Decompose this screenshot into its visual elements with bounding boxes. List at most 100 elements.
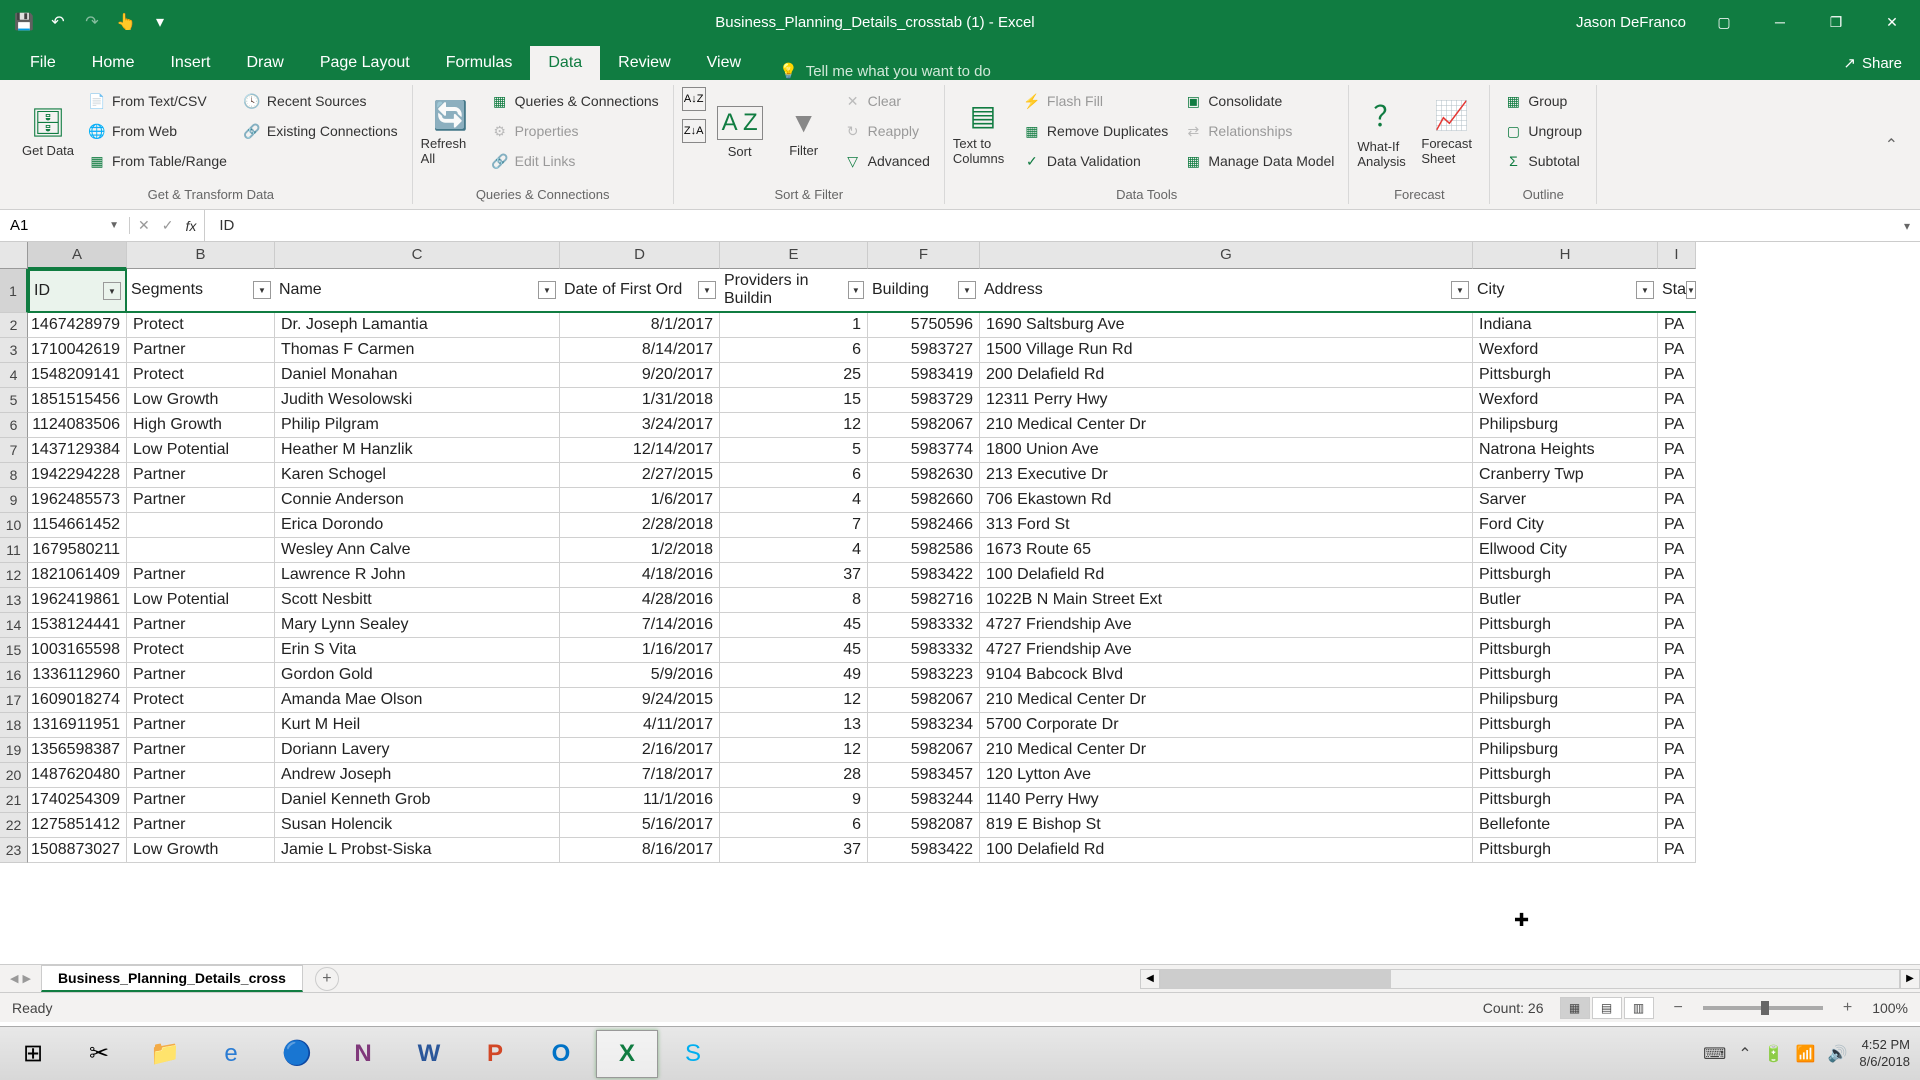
cell[interactable]: PA: [1658, 688, 1696, 713]
cell[interactable]: PA: [1658, 538, 1696, 563]
cell[interactable]: 8/16/2017: [560, 838, 720, 863]
table-header-cell[interactable]: Date of First Ord▼: [560, 269, 720, 313]
cell[interactable]: 5982586: [868, 538, 980, 563]
filter-dropdown-icon[interactable]: ▼: [253, 281, 271, 299]
sheet-nav-prev-icon[interactable]: ◀: [10, 972, 18, 985]
row-header[interactable]: 17: [0, 688, 28, 713]
sort-asc-button[interactable]: A↓Z: [682, 87, 706, 111]
from-table-range-button[interactable]: ▦From Table/Range: [82, 147, 233, 175]
cell[interactable]: Natrona Heights: [1473, 438, 1658, 463]
cell[interactable]: Ellwood City: [1473, 538, 1658, 563]
row-header[interactable]: 6: [0, 413, 28, 438]
skype-icon[interactable]: S: [662, 1030, 724, 1078]
cell[interactable]: Pittsburgh: [1473, 563, 1658, 588]
column-header[interactable]: B: [127, 242, 275, 269]
manage-data-model-button[interactable]: ▦Manage Data Model: [1178, 147, 1340, 175]
cell[interactable]: 5983332: [868, 638, 980, 663]
file-explorer-icon[interactable]: 📁: [134, 1030, 196, 1078]
cell[interactable]: Low Potential: [127, 438, 275, 463]
cell[interactable]: 1942294228: [28, 463, 127, 488]
cell[interactable]: 1548209141: [28, 363, 127, 388]
cell[interactable]: PA: [1658, 463, 1696, 488]
volume-icon[interactable]: 🔊: [1827, 1044, 1847, 1064]
consolidate-button[interactable]: ▣Consolidate: [1178, 87, 1340, 115]
cell[interactable]: PA: [1658, 388, 1696, 413]
cell[interactable]: 45: [720, 638, 868, 663]
cell[interactable]: Partner: [127, 488, 275, 513]
table-header-cell[interactable]: City▼: [1473, 269, 1658, 313]
filter-dropdown-icon[interactable]: ▼: [103, 282, 121, 300]
cell[interactable]: Partner: [127, 713, 275, 738]
ribbon-display-icon[interactable]: ▢: [1696, 0, 1752, 44]
cell[interactable]: Pittsburgh: [1473, 788, 1658, 813]
cell[interactable]: PA: [1658, 763, 1696, 788]
cell[interactable]: 313 Ford St: [980, 513, 1473, 538]
cell[interactable]: 5983774: [868, 438, 980, 463]
cell[interactable]: 2/16/2017: [560, 738, 720, 763]
cell[interactable]: Erin S Vita: [275, 638, 560, 663]
group-button[interactable]: ▦Group: [1498, 87, 1588, 115]
cell[interactable]: Partner: [127, 613, 275, 638]
cell[interactable]: 1800 Union Ave: [980, 438, 1473, 463]
cell[interactable]: Partner: [127, 563, 275, 588]
column-header[interactable]: C: [275, 242, 560, 269]
cell[interactable]: 2/28/2018: [560, 513, 720, 538]
cell[interactable]: PA: [1658, 588, 1696, 613]
cell[interactable]: PA: [1658, 713, 1696, 738]
cell[interactable]: 213 Executive Dr: [980, 463, 1473, 488]
minimize-icon[interactable]: ─: [1752, 0, 1808, 44]
tab-view[interactable]: View: [689, 46, 759, 80]
tab-home[interactable]: Home: [74, 46, 153, 80]
cell[interactable]: Sarver: [1473, 488, 1658, 513]
cell[interactable]: Daniel Monahan: [275, 363, 560, 388]
cell[interactable]: 1: [720, 313, 868, 338]
cell[interactable]: Protect: [127, 638, 275, 663]
cell[interactable]: 8/14/2017: [560, 338, 720, 363]
page-layout-view-button[interactable]: ▤: [1592, 997, 1622, 1019]
row-header[interactable]: 18: [0, 713, 28, 738]
undo-icon[interactable]: ↶: [44, 8, 72, 36]
cell[interactable]: Partner: [127, 338, 275, 363]
cell[interactable]: Scott Nesbitt: [275, 588, 560, 613]
cell[interactable]: 5700 Corporate Dr: [980, 713, 1473, 738]
column-header[interactable]: H: [1473, 242, 1658, 269]
cell[interactable]: 13: [720, 713, 868, 738]
cell[interactable]: 3/24/2017: [560, 413, 720, 438]
table-header-cell[interactable]: Address▼: [980, 269, 1473, 313]
row-header[interactable]: 22: [0, 813, 28, 838]
cell[interactable]: Jamie L Probst-Siska: [275, 838, 560, 863]
scroll-left-icon[interactable]: ◀: [1140, 969, 1160, 989]
row-header[interactable]: 21: [0, 788, 28, 813]
cell[interactable]: Low Growth: [127, 388, 275, 413]
tray-chevron-icon[interactable]: ⌃: [1738, 1044, 1751, 1064]
cell[interactable]: 1316911951: [28, 713, 127, 738]
spreadsheet-grid[interactable]: ABCDEFGHI1ID▼Segments▼Name▼Date of First…: [0, 242, 1920, 964]
column-header[interactable]: I: [1658, 242, 1696, 269]
cell[interactable]: 4/11/2017: [560, 713, 720, 738]
cell[interactable]: 1710042619: [28, 338, 127, 363]
touch-mode-icon[interactable]: 👆: [112, 8, 140, 36]
fx-icon[interactable]: fx: [185, 218, 196, 234]
outlook-icon[interactable]: O: [530, 1030, 592, 1078]
cell[interactable]: Low Potential: [127, 588, 275, 613]
collapse-ribbon-icon[interactable]: ⌃: [1873, 85, 1910, 204]
name-box[interactable]: A1 ▼: [0, 217, 130, 234]
cell[interactable]: 5: [720, 438, 868, 463]
cell[interactable]: 4727 Friendship Ave: [980, 613, 1473, 638]
cell[interactable]: 8: [720, 588, 868, 613]
cell[interactable]: Mary Lynn Sealey: [275, 613, 560, 638]
filter-dropdown-icon[interactable]: ▼: [1451, 281, 1469, 299]
row-header[interactable]: 12: [0, 563, 28, 588]
cell[interactable]: Dr. Joseph Lamantia: [275, 313, 560, 338]
tab-review[interactable]: Review: [600, 46, 688, 80]
normal-view-button[interactable]: ▦: [1560, 997, 1590, 1019]
cell[interactable]: 1140 Perry Hwy: [980, 788, 1473, 813]
cell[interactable]: Pittsburgh: [1473, 663, 1658, 688]
cell[interactable]: 1508873027: [28, 838, 127, 863]
cell[interactable]: Heather M Hanzlik: [275, 438, 560, 463]
row-header[interactable]: 20: [0, 763, 28, 788]
cell[interactable]: PA: [1658, 413, 1696, 438]
cell[interactable]: 819 E Bishop St: [980, 813, 1473, 838]
cell[interactable]: 37: [720, 838, 868, 863]
existing-connections-button[interactable]: 🔗Existing Connections: [237, 117, 404, 145]
